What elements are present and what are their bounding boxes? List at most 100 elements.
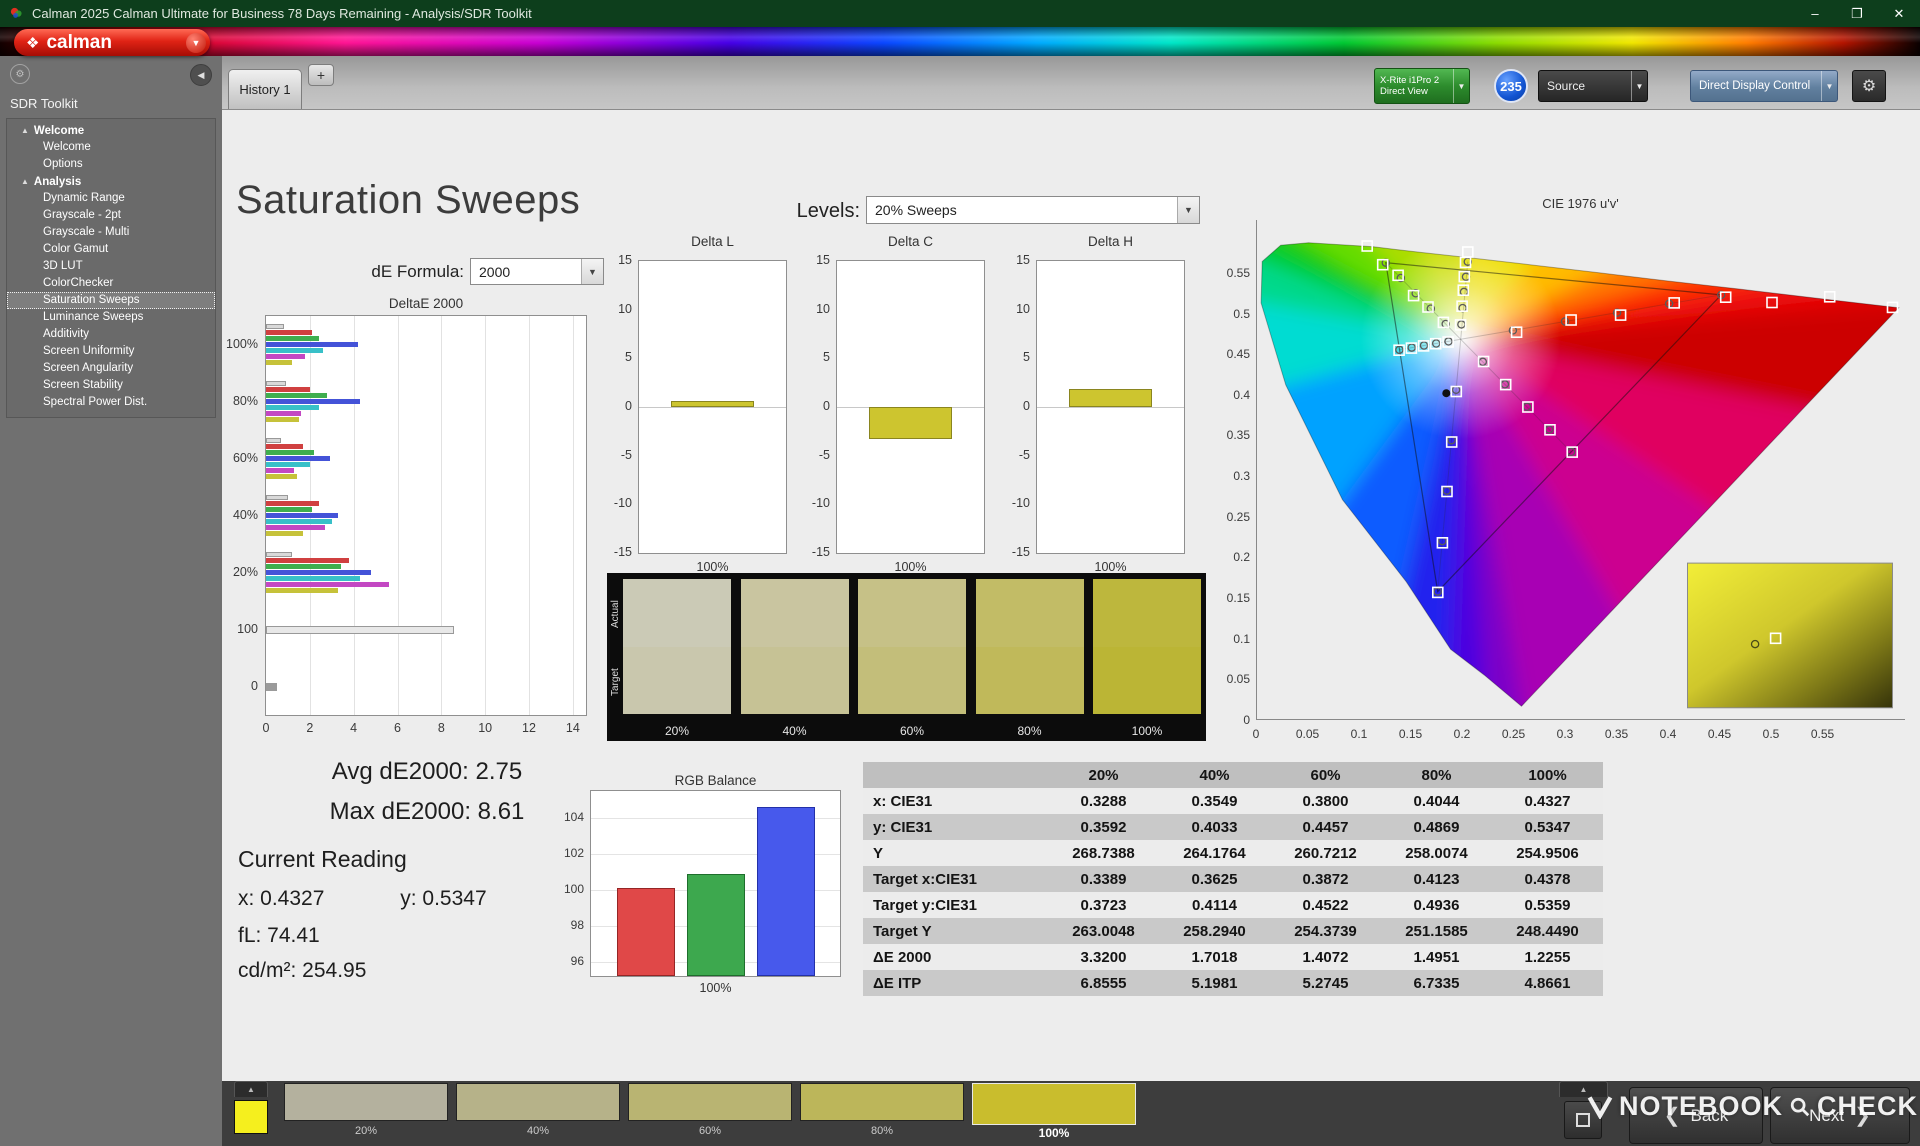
deltae-bar	[266, 625, 455, 634]
settings-gear-button[interactable]: ⚙	[1852, 70, 1886, 102]
axis-tick-label: 102	[563, 845, 584, 860]
table-header-cell: 80%	[1421, 766, 1452, 784]
sidebar-item-additivity[interactable]: Additivity	[7, 326, 215, 343]
axis-tick-label: 10	[1016, 301, 1030, 316]
deltae-bar	[266, 381, 286, 386]
deltae-chart-title: DeltaE 2000	[388, 296, 464, 311]
minimize-button[interactable]: –	[1794, 0, 1836, 27]
de-formula-dropdown[interactable]: 2000 ▼	[470, 258, 604, 285]
deltae-bar	[266, 531, 304, 536]
table-cell: 0.3872	[1302, 870, 1349, 888]
collapse-caret-icon: ▲	[21, 126, 29, 135]
target-swatch-100	[1093, 646, 1201, 714]
title-bar: Calman 2025 Calman Ultimate for Business…	[0, 0, 1920, 27]
thumbnail-label: 40%	[526, 1125, 550, 1137]
add-tab-button[interactable]: +	[308, 64, 334, 86]
axis-tick-label: 100	[563, 881, 584, 896]
window-controls: – ❐ ✕	[1794, 0, 1920, 27]
sidebar: ⚙ ◀ SDR Toolkit ▲ Welcome Welcome Options ▲ A…	[0, 56, 222, 1146]
axis-tick-label: 0.25	[1501, 727, 1526, 741]
deltae-bar	[266, 501, 319, 506]
deltae-bar	[266, 682, 277, 691]
actual-swatch-100	[1093, 579, 1201, 647]
meter-selector[interactable]: X-Rite i1Pro 2 Direct View ▼	[1374, 68, 1470, 104]
axis-tick-label: -10	[613, 496, 632, 511]
sidebar-section-analysis[interactable]: ▲ Analysis	[7, 173, 215, 190]
next-button[interactable]: Next ❯	[1770, 1087, 1910, 1144]
thumbnail-label: 60%	[698, 1125, 722, 1137]
source-selector[interactable]: Source ▼	[1538, 70, 1648, 102]
deltae-bar	[266, 336, 319, 341]
sidebar-item-saturation-sweeps[interactable]: Saturation Sweeps	[7, 292, 215, 309]
sidebar-item-luminance-sweeps[interactable]: Luminance Sweeps	[7, 309, 215, 326]
levels-dropdown[interactable]: 20% Sweeps ▼	[866, 196, 1200, 224]
sidebar-item-screen-angularity[interactable]: Screen Angularity	[7, 360, 215, 377]
axis-tick-label: 4	[350, 721, 358, 735]
sidebar-item-color-gamut[interactable]: Color Gamut	[7, 241, 215, 258]
axis-tick-label: 0.4	[1233, 387, 1250, 402]
sidebar-item-grayscale-2pt[interactable]: Grayscale - 2pt	[7, 207, 215, 224]
table-cell: 1.4951	[1413, 948, 1460, 966]
axis-tick-label: 0.5	[1233, 306, 1250, 321]
deltae-bar	[266, 387, 310, 392]
row-label: Target y:CIE31	[873, 896, 977, 914]
deltae-bar-group	[266, 430, 586, 487]
sidebar-item-screen-uniformity[interactable]: Screen Uniformity	[7, 343, 215, 360]
pattern-thumbnail-60[interactable]: 60%	[628, 1083, 792, 1137]
pattern-thumbnail-100[interactable]: 100%	[972, 1083, 1136, 1140]
thumbnail-label: 20%	[354, 1125, 378, 1137]
pattern-thumbnail-40[interactable]: 40%	[456, 1083, 620, 1137]
sidebar-section-welcome[interactable]: ▲ Welcome	[7, 122, 215, 139]
pattern-thumbnail-80[interactable]: 80%	[800, 1083, 964, 1137]
actual-target-swatch-panel: Actual Target 20% 40% 60% 80% 100%	[607, 573, 1206, 741]
sidebar-item-options[interactable]: Options	[7, 156, 215, 173]
maximize-button[interactable]: ❐	[1836, 0, 1878, 27]
deltae-bar	[266, 525, 326, 530]
actual-swatch-40	[740, 579, 849, 647]
pattern-expand-button[interactable]: ▲	[234, 1081, 268, 1097]
thumbnail-swatch	[628, 1083, 792, 1121]
table-cell: 0.4936	[1413, 896, 1460, 914]
close-button[interactable]: ✕	[1878, 0, 1920, 27]
axis-tick-label: 0	[251, 678, 258, 693]
x-axis-label: 100%	[696, 560, 729, 574]
sidebar-item-spectral-power-dist[interactable]: Spectral Power Dist.	[7, 394, 215, 411]
axis-tick-label: 12	[522, 721, 536, 735]
direct-display-control-selector[interactable]: Direct Display Control ▼	[1690, 70, 1838, 102]
sidebar-item-dynamic-range[interactable]: Dynamic Range	[7, 190, 215, 207]
sidebar-item-colorchecker[interactable]: ColorChecker	[7, 275, 215, 292]
calman-menu-button[interactable]: ❖ calman ▼	[14, 29, 210, 56]
calman-logo-text: calman	[46, 31, 112, 53]
current-y-value: y: 0.5347	[400, 887, 487, 910]
current-fl-value: fL: 74.41	[238, 924, 320, 947]
pattern-thumbnail-20[interactable]: 20%	[284, 1083, 448, 1137]
deltae-bar	[266, 570, 372, 575]
sidebar-item-screen-stability[interactable]: Screen Stability	[7, 377, 215, 394]
sidebar-options-button[interactable]: ⚙	[10, 64, 30, 84]
sidebar-item-welcome[interactable]: Welcome	[7, 139, 215, 156]
table-cell: 260.7212	[1294, 844, 1357, 862]
chevron-left-icon: ◀	[197, 69, 205, 80]
sidebar-item-3d-lut[interactable]: 3D LUT	[7, 258, 215, 275]
sidebar-collapse-button[interactable]: ◀	[190, 64, 212, 86]
current-pattern-swatch[interactable]	[234, 1100, 268, 1134]
sidebar-item-grayscale-multi[interactable]: Grayscale - Multi	[7, 224, 215, 241]
table-cell: 1.2255	[1524, 948, 1571, 966]
axis-tick-label: 0.1	[1233, 631, 1250, 646]
deltae-bar	[266, 495, 288, 500]
table-cell: 254.9506	[1516, 844, 1579, 862]
pattern-window-button[interactable]	[1564, 1101, 1602, 1139]
table-cell: 0.4123	[1413, 870, 1460, 888]
swatch-80: 80%	[975, 579, 1084, 738]
row-label: Target x:CIE31	[873, 870, 977, 888]
deltae-bar	[266, 552, 293, 557]
deltae-chart	[265, 315, 587, 716]
controls-expand-button[interactable]: ▲	[1559, 1081, 1608, 1097]
axis-tick-label: 0.2	[1453, 727, 1471, 741]
back-button[interactable]: ❮ Back	[1629, 1087, 1763, 1144]
current-reading-title: Current Reading	[238, 846, 407, 872]
target-row-label: Target	[610, 668, 621, 696]
tab-history-1[interactable]: History 1	[228, 69, 302, 109]
axis-tick-label: -10	[1011, 496, 1030, 511]
calman-logo-icon: ❖	[26, 34, 40, 52]
